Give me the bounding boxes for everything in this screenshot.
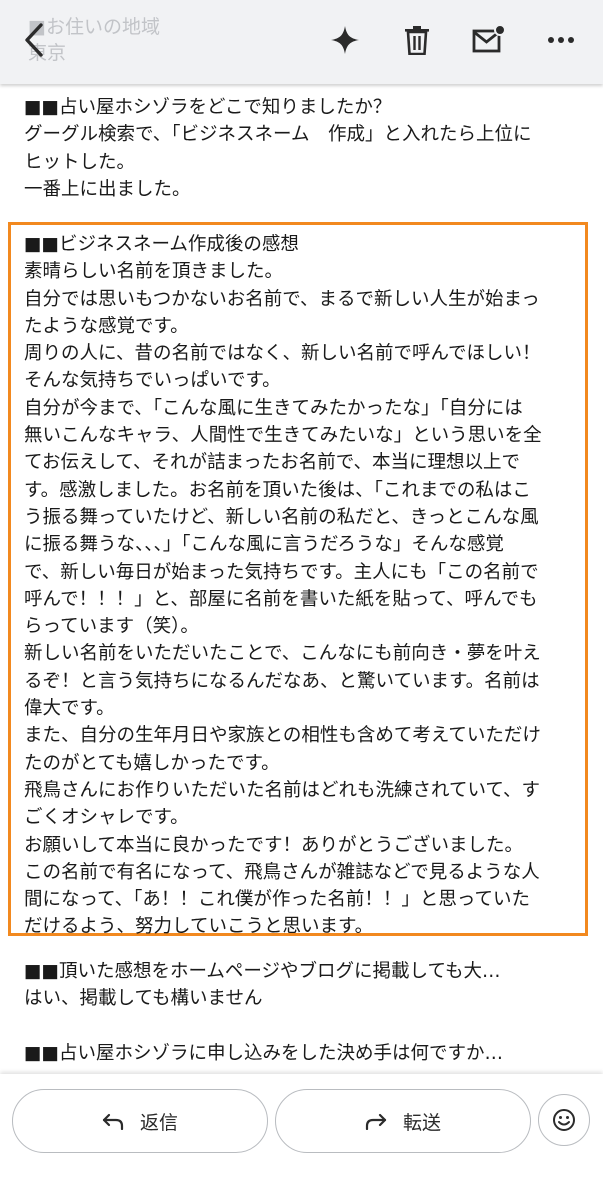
- ai-assist-button[interactable]: [323, 18, 367, 62]
- more-horizontal-icon: [548, 37, 574, 43]
- bottom-action-bar: 返信 転送: [0, 1074, 603, 1177]
- mail-unread-icon: [472, 25, 506, 53]
- more-menu-button[interactable]: [539, 18, 583, 62]
- back-button[interactable]: [12, 18, 56, 62]
- answer-deciding-factor: ■■占い屋ホシゾラに申し込みをした決め手は何ですか…: [24, 1043, 503, 1064]
- delete-button[interactable]: [395, 18, 439, 62]
- answer-impressions: ■■ビジネスネーム作成後の感想 素晴らしい名前を頂きました。 自分では思いもつか…: [24, 234, 542, 938]
- chevron-left-icon: [25, 23, 43, 57]
- emoji-icon: [553, 1109, 575, 1131]
- emoji-reaction-button[interactable]: [538, 1094, 590, 1146]
- forward-arrow-icon: [365, 1113, 387, 1130]
- reply-arrow-icon: [102, 1113, 124, 1130]
- answer-publish-permission: ■■頂いた感想をホームページやブログに掲載しても大… はい、掲載しても構いません: [24, 961, 501, 1010]
- answer-how-found: ■■占い屋ホシゾラをどこで知りましたか？ グーグル検索で、「ビジネスネーム 作成…: [24, 97, 532, 200]
- forward-label: 転送: [402, 1111, 441, 1134]
- reply-button[interactable]: 返信: [12, 1089, 268, 1153]
- top-toolbar: ■お住いの地域 東京: [0, 0, 603, 84]
- reply-label: 返信: [139, 1111, 178, 1134]
- trash-icon: [405, 26, 429, 55]
- forward-button[interactable]: 転送: [275, 1089, 531, 1153]
- sparkle-icon: [331, 26, 359, 54]
- mark-unread-button[interactable]: [467, 18, 511, 62]
